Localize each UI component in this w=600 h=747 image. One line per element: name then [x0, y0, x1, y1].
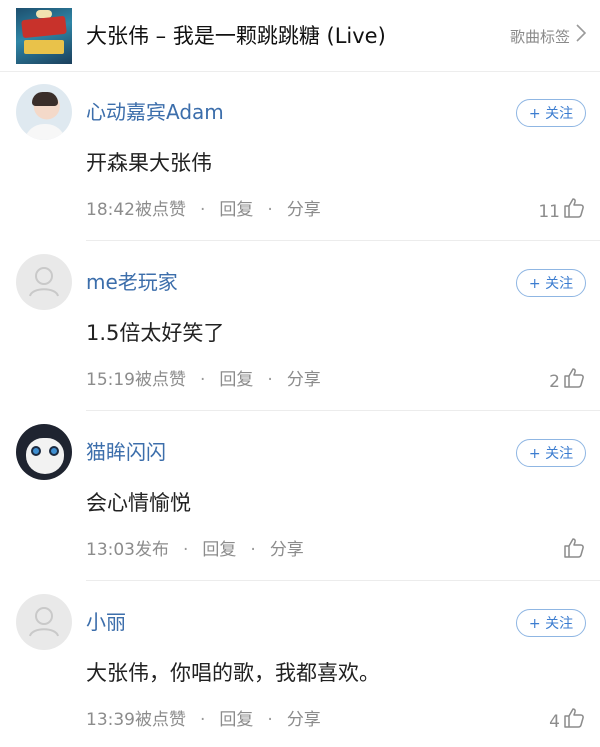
share-button[interactable]: 分享 [270, 538, 304, 562]
share-button[interactable]: 分享 [287, 198, 321, 222]
comment-meta: 13:39被点赞 · 回复 · 分享 [86, 708, 321, 732]
comment-item: 猫眸闪闪 + 关注 会心情愉悦 13:03发布 · 回复 · 分享 [0, 412, 600, 582]
reply-button[interactable]: 回复 [219, 708, 253, 732]
separator: · [200, 370, 206, 390]
separator: · [267, 200, 273, 220]
comment-item: 小丽 + 关注 大张伟，你唱的歌，我都喜欢。 13:39被点赞 · 回复 · 分… [0, 582, 600, 747]
comment-meta: 18:42被点赞 · 回复 · 分享 [86, 198, 321, 222]
separator: · [250, 540, 256, 560]
separator: · [183, 540, 189, 560]
follow-button[interactable]: + 关注 [516, 609, 586, 637]
comment-time: 13:39被点赞 [86, 710, 186, 730]
comment-username[interactable]: 猫眸闪闪 [86, 438, 166, 466]
like-button[interactable] [560, 536, 586, 567]
comment-text: 会心情愉悦 [86, 491, 191, 515]
song-tags-link[interactable]: 歌曲标签 [509, 24, 587, 49]
song-tags-label: 歌曲标签 [509, 27, 570, 46]
avatar[interactable] [16, 594, 72, 650]
like-count: 2 [549, 371, 560, 392]
comment-text: 大张伟，你唱的歌，我都喜欢。 [86, 661, 380, 685]
comment-time: 15:19被点赞 [86, 370, 186, 390]
follow-button[interactable]: + 关注 [516, 99, 586, 127]
comment-item: me老玩家 + 关注 1.5倍太好笑了 15:19被点赞 · 回复 · 分享 2 [0, 242, 600, 412]
separator: · [267, 370, 273, 390]
avatar[interactable] [16, 84, 72, 140]
like-count: 4 [549, 711, 560, 732]
comment-username[interactable]: me老玩家 [86, 268, 178, 296]
thumbs-up-icon [562, 366, 586, 397]
avatar[interactable] [16, 254, 72, 310]
follow-button[interactable]: + 关注 [516, 439, 586, 467]
reply-button[interactable]: 回复 [219, 198, 253, 222]
divider [86, 240, 600, 241]
comment-time: 13:03发布 [86, 540, 169, 560]
like-count: 11 [538, 201, 560, 222]
song-title: 大张伟 – 我是一颗跳跳糖 (Live) [86, 24, 386, 48]
share-button[interactable]: 分享 [287, 368, 321, 392]
chevron-right-icon [576, 24, 587, 49]
separator: · [267, 710, 273, 730]
default-avatar-icon [29, 267, 59, 297]
comment-username[interactable]: 小丽 [86, 608, 126, 636]
avatar[interactable] [16, 424, 72, 480]
comment-text: 1.5倍太好笑了 [86, 321, 225, 345]
default-avatar-icon [29, 607, 59, 637]
thumbs-up-icon [562, 196, 586, 227]
album-cover-image[interactable] [16, 8, 72, 64]
comment-time: 18:42被点赞 [86, 200, 186, 220]
thumbs-up-icon [562, 706, 586, 737]
separator: · [200, 710, 206, 730]
comment-meta: 13:03发布 · 回复 · 分享 [86, 538, 304, 562]
reply-button[interactable]: 回复 [202, 538, 236, 562]
separator: · [200, 200, 206, 220]
divider [86, 410, 600, 411]
like-button[interactable]: 2 [549, 366, 586, 397]
follow-button[interactable]: + 关注 [516, 269, 586, 297]
share-button[interactable]: 分享 [287, 708, 321, 732]
comment-item: 心动嘉宾Adam + 关注 开森果大张伟 18:42被点赞 · 回复 · 分享 … [0, 72, 600, 242]
comment-text: 开森果大张伟 [86, 151, 212, 175]
thumbs-up-icon [562, 536, 586, 567]
like-button[interactable]: 4 [549, 706, 586, 737]
like-button[interactable]: 11 [538, 196, 586, 227]
reply-button[interactable]: 回复 [219, 368, 253, 392]
divider [86, 580, 600, 581]
song-header: 大张伟 – 我是一颗跳跳糖 (Live) 歌曲标签 [0, 0, 600, 72]
comment-meta: 15:19被点赞 · 回复 · 分享 [86, 368, 321, 392]
comment-username[interactable]: 心动嘉宾Adam [86, 98, 224, 126]
